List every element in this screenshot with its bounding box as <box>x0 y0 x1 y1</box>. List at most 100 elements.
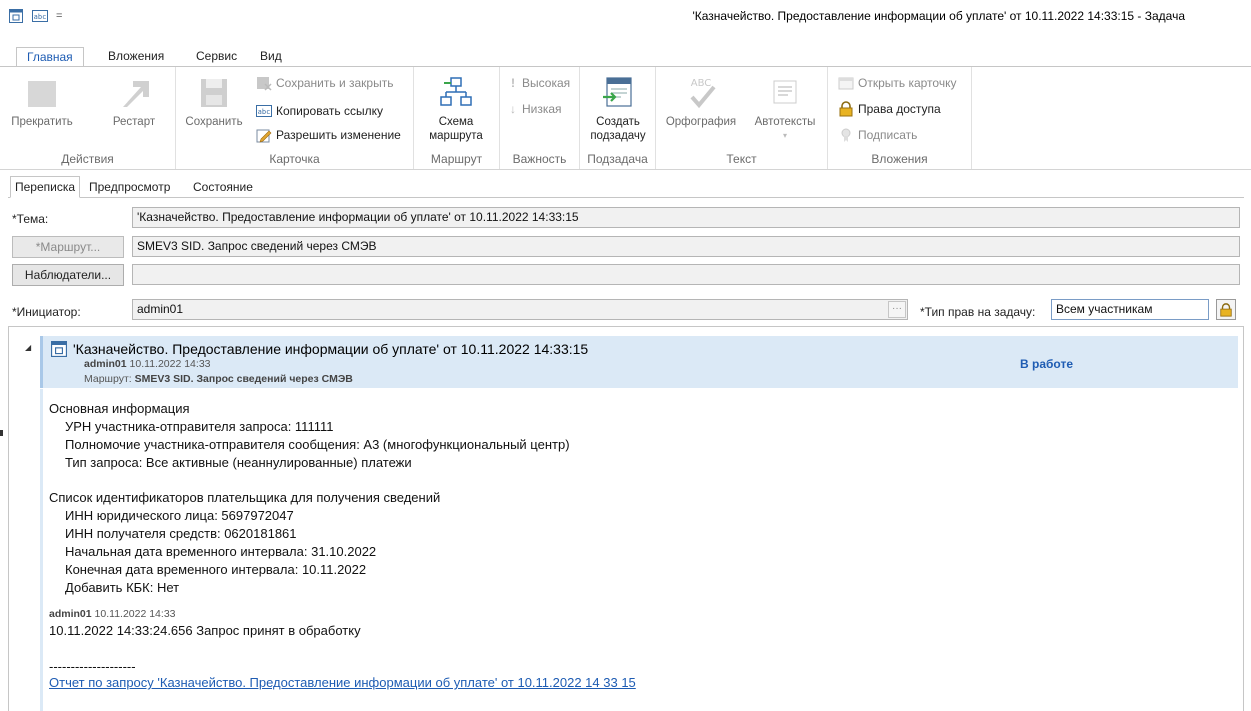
ribbon-tabs: Главная Вложения Сервис Вид <box>0 44 1251 68</box>
lock-icon <box>839 101 853 117</box>
separator-line: -------------------- <box>49 659 136 674</box>
body-line: Начальная дата временного интервала: 31.… <box>65 544 377 559</box>
create-subtask-icon <box>603 77 632 107</box>
group-attachments: Открыть карточку Права доступа Подписать… <box>828 67 972 169</box>
initiator-field[interactable]: admin01 <box>132 299 908 320</box>
body-line: ИНН получателя средств: 0620181861 <box>65 526 297 541</box>
reply-author: admin01 <box>49 608 92 620</box>
save-close-button[interactable]: Сохранить и закрыть <box>256 73 393 93</box>
copy-link-button[interactable]: abc Копировать ссылку <box>256 101 383 121</box>
task-form: *Тема: 'Казначейство. Предоставление инф… <box>8 197 1244 329</box>
group-label-card: Карточка <box>269 152 320 166</box>
access-rights-button[interactable]: Права доступа <box>838 99 941 119</box>
window-edge-marker <box>0 430 3 436</box>
svg-text:abc: abc <box>258 108 271 116</box>
save-button[interactable]: Сохранить <box>182 71 246 129</box>
reply-date: 10.11.2022 14:33 <box>94 608 176 620</box>
card-icon <box>838 77 854 90</box>
task-route-meta: Маршрут: SMEV3 SID. Запрос сведений чере… <box>84 373 353 385</box>
open-card-button[interactable]: Открыть карточку <box>838 73 956 93</box>
tab-state[interactable]: Состояние <box>188 176 258 198</box>
sign-button[interactable]: Подписать <box>838 125 917 145</box>
body-line: Список идентификаторов плательщика для п… <box>49 490 441 505</box>
svg-text:ABC: ABC <box>691 78 712 89</box>
group-label-importance: Важность <box>512 152 567 166</box>
create-subtask-button[interactable]: Создать подзадачу <box>584 71 652 143</box>
copy-link-icon: abc <box>256 105 272 117</box>
status-badge: В работе <box>1020 357 1073 371</box>
group-actions: Прекратить Рестарт Действия <box>0 67 176 169</box>
body-line: Конечная дата временного интервала: 10.1… <box>65 562 367 577</box>
body-line: Полномочие участника-отправителя сообщен… <box>65 437 570 452</box>
group-text: ABC Орфография Автотексты ▾ Текст <box>656 67 828 169</box>
reply-meta: admin01 10.11.2022 14:33 <box>49 608 176 620</box>
autotexts-button[interactable]: Автотексты ▾ <box>746 71 824 143</box>
save-close-icon <box>257 77 272 91</box>
title-bar: abc = 'Казначейство. Предоставление инфо… <box>0 0 1251 44</box>
rights-type-label: *Тип прав на задачу: <box>920 305 1036 319</box>
chevron-down-icon: ▾ <box>782 131 787 140</box>
group-route: Схема маршрута Маршрут <box>414 67 500 169</box>
task-title: 'Казначейство. Предоставление информации… <box>73 341 589 357</box>
tab-attachments[interactable]: Вложения <box>98 47 174 67</box>
tab-preview[interactable]: Предпросмотр <box>84 176 175 198</box>
group-subtask: Создать подзадачу Подзадача <box>580 67 656 169</box>
observers-button[interactable]: Наблюдатели... <box>12 264 124 286</box>
tab-correspondence[interactable]: Переписка <box>10 176 81 198</box>
spelling-button[interactable]: ABC Орфография <box>664 71 738 129</box>
group-label-subtask: Подзадача <box>587 152 648 166</box>
task-icon <box>51 341 67 357</box>
copy-link-quick-icon[interactable]: abc <box>32 8 48 24</box>
route-scheme-button[interactable]: Схема маршрута <box>424 71 488 143</box>
group-label-actions: Действия <box>61 152 114 166</box>
tab-home[interactable]: Главная <box>16 47 84 68</box>
svg-text:abc: abc <box>34 13 47 21</box>
subject-label: *Тема: <box>12 212 49 226</box>
task-route-label: Маршрут: <box>84 373 132 385</box>
allow-edit-button[interactable]: Разрешить изменение <box>256 125 401 145</box>
route-button[interactable]: *Маршрут... <box>12 236 124 258</box>
tab-service[interactable]: Сервис <box>186 47 247 67</box>
task-author-meta: admin01 10.11.2022 14:33 <box>84 358 211 370</box>
lock-icon <box>1220 302 1232 317</box>
qat-customize-icon[interactable]: = <box>56 10 62 22</box>
rights-type-field[interactable]: Всем участникам <box>1051 299 1209 320</box>
rights-lock-button[interactable] <box>1216 299 1236 320</box>
quick-access-toolbar: abc = <box>8 8 62 24</box>
restart-icon <box>123 81 149 107</box>
task-author: admin01 <box>84 358 127 370</box>
tab-view[interactable]: Вид <box>250 47 292 67</box>
message-bar <box>40 389 43 711</box>
collapse-arrow-icon[interactable]: ◢ <box>25 343 31 352</box>
exclamation-icon: ! <box>511 76 515 90</box>
group-label-text: Текст <box>726 152 757 166</box>
observers-field[interactable] <box>132 264 1240 285</box>
initiator-label: *Инициатор: <box>12 305 81 319</box>
stop-icon <box>28 81 56 107</box>
task-date: 10.11.2022 14:33 <box>129 358 211 370</box>
stop-button[interactable]: Прекратить <box>10 71 74 129</box>
importance-high-button[interactable]: ! Высокая <box>508 73 570 93</box>
group-label-route: Маршрут <box>430 152 483 166</box>
initiator-picker-button[interactable]: ··· <box>888 301 906 318</box>
group-label-attachments: Вложения <box>871 152 928 166</box>
body-line: Тип запроса: Все активные (неаннулирован… <box>65 455 412 470</box>
body-line: ИНН юридического лица: 5697972047 <box>65 508 294 523</box>
body-line: Основная информация <box>49 401 190 416</box>
task-window-icon[interactable] <box>8 8 24 24</box>
window-title: 'Казначейство. Предоставление информации… <box>692 9 1185 23</box>
body-line: УРН участника-отправителя запроса: 11111… <box>65 419 334 434</box>
subject-field[interactable]: 'Казначейство. Предоставление информации… <box>132 207 1240 228</box>
group-card: Сохранить Сохранить и закрыть abc Копиро… <box>176 67 414 169</box>
body-line: Добавить КБК: Нет <box>65 580 180 595</box>
importance-low-button[interactable]: ↓ Низкая <box>508 99 562 119</box>
sign-icon <box>841 128 851 142</box>
edit-pencil-icon <box>256 129 272 143</box>
route-field[interactable]: SMEV3 SID. Запрос сведений через СМЭВ <box>132 236 1240 257</box>
reply-text: 10.11.2022 14:33:24.656 Запрос принят в … <box>49 623 361 638</box>
ribbon: Прекратить Рестарт Действия Сохранить Со… <box>0 66 1251 170</box>
restart-button[interactable]: Рестарт <box>106 71 162 129</box>
task-header[interactable]: 'Казначейство. Предоставление информации… <box>40 336 1238 388</box>
report-link[interactable]: Отчет по запросу 'Казначейство. Предоста… <box>49 675 636 690</box>
group-importance: ! Высокая ↓ Низкая Важность <box>500 67 580 169</box>
